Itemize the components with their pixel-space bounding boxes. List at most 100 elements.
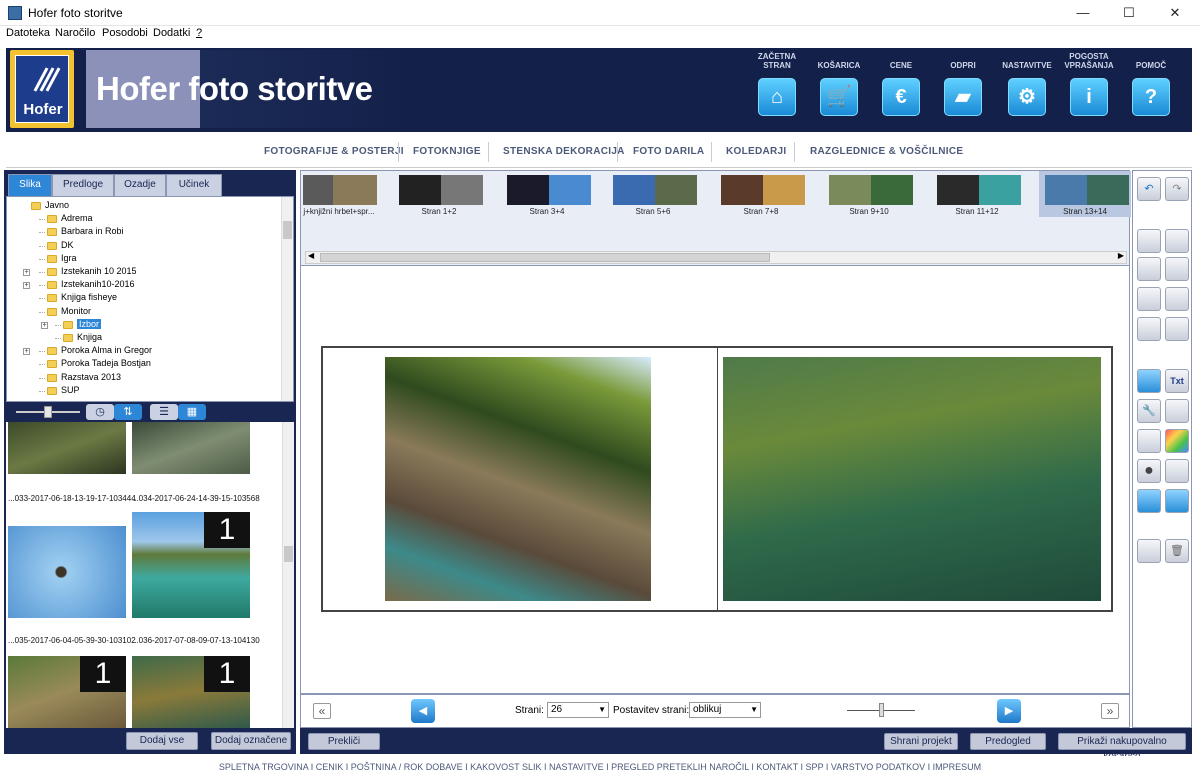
color-palette-icon[interactable] — [1165, 429, 1189, 453]
tree-scrollbar[interactable] — [281, 197, 293, 401]
cat-fotografije[interactable]: FOTOGRAFIJE & POSTERJI — [264, 146, 404, 157]
thumbs-scroll-thumb[interactable] — [284, 546, 293, 562]
page-thumb[interactable]: j+knjižni hrbet+spr... — [301, 171, 393, 217]
delete-icon[interactable]: 🗑 — [1165, 539, 1189, 563]
pages-select[interactable]: 26 ▼ — [547, 702, 609, 718]
align-left-icon[interactable] — [1137, 489, 1161, 513]
zoom-slider-handle[interactable] — [879, 703, 884, 717]
shape-circle-icon[interactable]: ● — [1137, 459, 1161, 483]
tree-node[interactable]: Barbara in Robi — [61, 226, 124, 236]
tab-ozadje[interactable]: Ozadje — [114, 174, 166, 196]
cancel-button[interactable]: Prekliči — [308, 733, 380, 750]
tab-ucinek[interactable]: Učinek — [166, 174, 222, 196]
tree-node[interactable]: Adrema — [61, 213, 93, 223]
save-project-button[interactable]: Shrani projekt — [884, 733, 958, 750]
photo-left[interactable] — [385, 357, 651, 601]
nav-euro[interactable]: CENE € — [870, 48, 932, 132]
scroll-right-icon[interactable]: ▶ — [1118, 251, 1124, 260]
page-thumb[interactable]: Stran 1+2 — [393, 171, 485, 217]
tree-node[interactable]: SUP — [61, 385, 80, 395]
page-thumb[interactable]: Stran 13+14 — [1039, 171, 1131, 217]
cat-razglednice[interactable]: RAZGLEDNICE & VOŠČILNICE — [810, 146, 963, 157]
expand-icon[interactable]: + — [41, 321, 48, 329]
cat-fotoknjige[interactable]: FOTOKNJIGE — [413, 146, 481, 157]
nav-home[interactable]: ZAČETNA STRAN ⌂ — [746, 48, 808, 132]
tree-node[interactable]: Javno — [45, 200, 69, 210]
thumb-2[interactable] — [8, 526, 126, 618]
menu-datoteka[interactable]: Datoteka — [6, 27, 50, 39]
list-view-icon[interactable]: ☰ — [150, 404, 178, 420]
tree-scroll-thumb[interactable] — [283, 221, 292, 239]
nav-info[interactable]: POGOSTA VPRAŠANJA i — [1058, 48, 1120, 132]
tree-node[interactable]: Razstava 2013 — [61, 372, 121, 382]
menu-posodobi[interactable]: Posodobi — [102, 27, 148, 39]
tree-node[interactable]: Igra — [61, 253, 77, 263]
rotate-right-icon[interactable] — [1165, 287, 1189, 311]
menu-dodatki[interactable]: Dodatki — [153, 27, 190, 39]
menu-help[interactable]: ? — [196, 27, 202, 39]
thumb-0[interactable] — [8, 422, 126, 474]
strip-scroll-thumb[interactable] — [320, 253, 770, 262]
add-selected-button[interactable]: Dodaj označene — [211, 732, 291, 750]
expand-icon[interactable]: + — [23, 269, 30, 276]
close-button[interactable]: ✕ — [1152, 0, 1198, 26]
cat-stenska[interactable]: STENSKA DEKORACIJA — [503, 146, 625, 157]
fill-icon[interactable] — [1165, 317, 1189, 341]
page-thumb[interactable]: Stran 5+6 — [607, 171, 699, 217]
prev-page-icon[interactable]: ◀ — [411, 699, 435, 723]
magic-wand-icon[interactable] — [1165, 399, 1189, 423]
wrench-icon[interactable]: 🔧 — [1137, 399, 1161, 423]
add-all-button[interactable]: Dodaj vse — [126, 732, 198, 750]
tree-node[interactable]: Poroka Tadeja Bostjan — [61, 358, 151, 368]
send-back-icon[interactable] — [1137, 257, 1161, 281]
tab-slika[interactable]: Slika — [8, 174, 52, 196]
tree-node[interactable]: Izstekanih 10 2015 — [61, 266, 137, 276]
redo-icon[interactable]: ↷ — [1165, 177, 1189, 201]
duplicate-icon[interactable] — [1137, 539, 1161, 563]
undo-icon[interactable]: ↶ — [1137, 177, 1161, 201]
frame-icon[interactable] — [1137, 429, 1161, 453]
page-thumb[interactable]: Stran 3+4 — [501, 171, 593, 217]
bring-front-icon[interactable] — [1137, 229, 1161, 253]
strip-scrollbar[interactable]: ◀ ▶ — [305, 251, 1127, 264]
show-cart-button[interactable]: Prikaži nakupovalno košarico — [1058, 733, 1186, 762]
nav-cart[interactable]: KOŠARICA 🛒 — [808, 48, 870, 132]
minimize-button[interactable]: — — [1060, 0, 1106, 26]
last-page-button[interactable]: » — [1101, 703, 1119, 719]
bring-forward-icon[interactable] — [1165, 229, 1189, 253]
expand-icon[interactable]: + — [23, 348, 30, 356]
tree-node[interactable]: Monitor — [61, 306, 91, 316]
menu-narocilo[interactable]: Naročilo — [55, 27, 95, 39]
preview-button[interactable]: Predogled — [970, 733, 1046, 750]
scroll-left-icon[interactable]: ◀ — [308, 251, 314, 260]
first-page-button[interactable]: « — [313, 703, 331, 719]
next-page-icon[interactable]: ▶ — [997, 699, 1021, 723]
cat-foto-darila[interactable]: FOTO DARILA — [633, 146, 704, 157]
tree-node[interactable]: Izstekanih10-2016 — [61, 279, 135, 289]
maximize-button[interactable]: ☐ — [1106, 0, 1152, 26]
tab-predloge[interactable]: Predloge — [52, 174, 114, 196]
expand-icon[interactable]: + — [23, 282, 30, 290]
page-thumb[interactable]: Stran 11+12 — [931, 171, 1023, 217]
grid-view-icon[interactable]: ▦ — [178, 404, 206, 420]
layout-select[interactable]: oblikuj ▼ — [689, 702, 761, 718]
tree-node[interactable]: Poroka Alma in Gregor — [61, 345, 152, 355]
add-text-icon[interactable]: Txt — [1165, 369, 1189, 393]
send-backward-icon[interactable] — [1165, 257, 1189, 281]
page-thumb[interactable]: Stran 9+10 — [823, 171, 915, 217]
rotate-left-icon[interactable] — [1137, 287, 1161, 311]
footer-links[interactable]: SPLETNA TRGOVINA I CENIK I POŠTNINA / RO… — [0, 756, 1200, 779]
thumb-1[interactable] — [132, 422, 250, 474]
add-image-icon[interactable] — [1137, 369, 1161, 393]
sort-name-icon[interactable]: ⇅ — [114, 404, 142, 420]
nav-folder[interactable]: ODPRI ▰ — [932, 48, 994, 132]
sort-time-icon[interactable]: ◷ — [86, 404, 114, 420]
align-right-icon[interactable] — [1165, 489, 1189, 513]
tree-node[interactable]: Izbor — [77, 318, 102, 329]
tree-node[interactable]: Knjiga fisheye — [61, 292, 117, 302]
fit-icon[interactable] — [1137, 317, 1161, 341]
thumbs-scrollbar[interactable] — [282, 422, 294, 728]
tree-node[interactable]: Knjiga — [77, 332, 102, 342]
nav-help[interactable]: POMOČ? — [1120, 48, 1182, 132]
hofer-logo[interactable]: Hofer — [10, 50, 74, 128]
